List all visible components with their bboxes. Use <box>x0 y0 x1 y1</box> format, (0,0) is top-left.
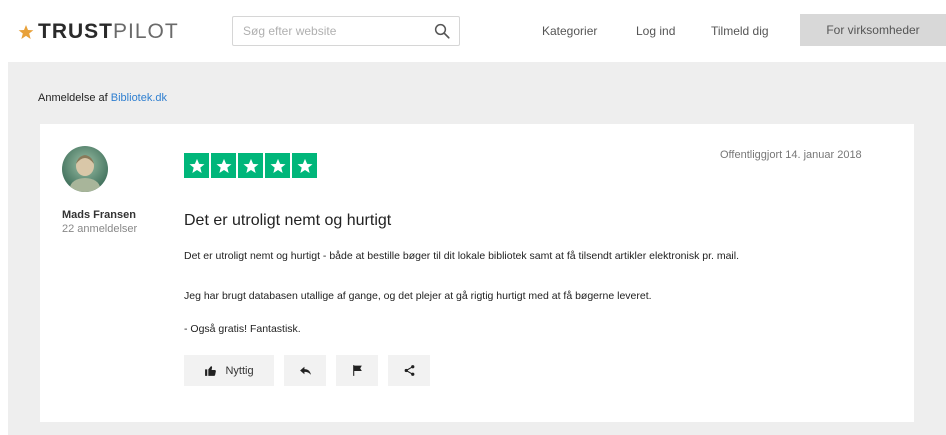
rating-star-icon <box>292 153 317 178</box>
useful-label: Nyttig <box>225 364 254 377</box>
nav-signup[interactable]: Tilmeld dig <box>711 16 769 46</box>
star-rating <box>184 153 317 178</box>
review-actions: Nyttig <box>184 355 430 386</box>
logo-text-light: PILOT <box>113 20 179 43</box>
logo-text-strong: TRUST <box>38 20 113 43</box>
published-date: Offentliggjort 14. januar 2018 <box>720 149 862 161</box>
nav-categories[interactable]: Kategorier <box>542 16 597 46</box>
share-icon <box>404 365 414 376</box>
author-name[interactable]: Mads Fransen <box>62 209 136 221</box>
review-paragraph: Det er utroligt nemt og hurtigt - både a… <box>184 250 740 262</box>
review-paragraph: Jeg har brugt databasen utallige af gang… <box>184 290 652 302</box>
review-card <box>40 124 914 422</box>
report-button[interactable] <box>336 355 378 386</box>
breadcrumb-prefix: Anmeldelse af <box>38 92 108 104</box>
rating-star-icon <box>238 153 263 178</box>
useful-button[interactable]: Nyttig <box>184 355 274 386</box>
star-icon <box>18 25 34 39</box>
trustpilot-logo[interactable]: TRUSTPILOT <box>18 18 179 46</box>
reply-button[interactable] <box>284 355 326 386</box>
search-box <box>232 16 460 46</box>
magnifier-icon[interactable] <box>433 22 451 40</box>
share-button[interactable] <box>388 355 430 386</box>
review-paragraph: - Også gratis! Fantastisk. <box>184 323 301 335</box>
reply-arrow-icon <box>299 366 311 375</box>
for-business-button[interactable]: For virksomheder <box>800 14 946 46</box>
flag-icon <box>352 365 362 376</box>
search-input[interactable] <box>233 17 429 45</box>
breadcrumb: Anmeldelse af Bibliotek.dk <box>38 92 167 104</box>
logo-text: TRUSTPILOT <box>38 20 179 44</box>
thumbs-up-icon <box>205 366 217 376</box>
breadcrumb-company-link[interactable]: Bibliotek.dk <box>111 92 167 104</box>
rating-star-icon <box>184 153 209 178</box>
rating-star-icon <box>265 153 290 178</box>
rating-star-icon <box>211 153 236 178</box>
avatar[interactable] <box>62 146 108 192</box>
author-review-count: 22 anmeldelser <box>62 223 138 235</box>
review-title: Det er utroligt nemt og hurtigt <box>184 212 392 229</box>
top-header: TRUSTPILOT Kategorier Log ind Tilmeld di… <box>0 0 946 62</box>
nav-login[interactable]: Log ind <box>636 16 675 46</box>
